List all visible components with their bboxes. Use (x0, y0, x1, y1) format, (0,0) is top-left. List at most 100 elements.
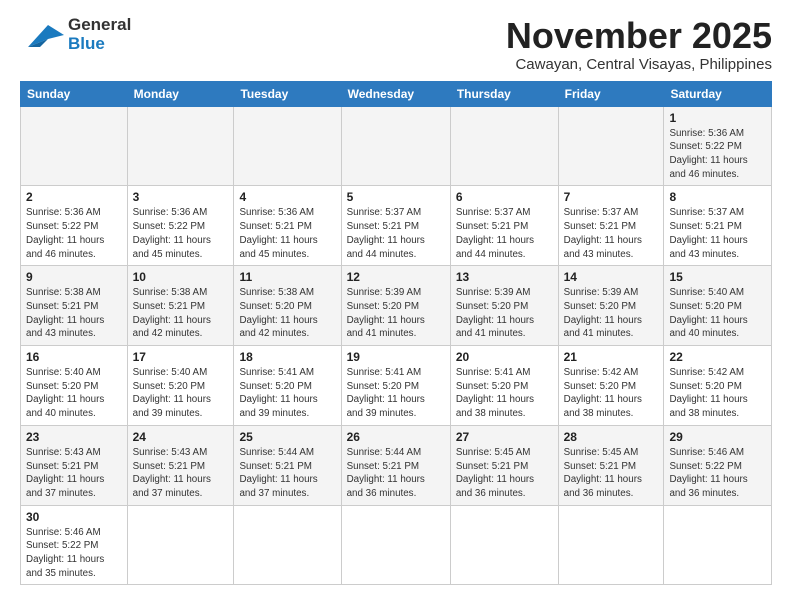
day-number: 24 (133, 430, 229, 444)
day-number: 7 (564, 190, 659, 204)
calendar-cell: 9Sunrise: 5:38 AM Sunset: 5:21 PM Daylig… (21, 266, 128, 346)
calendar-table: SundayMondayTuesdayWednesdayThursdayFrid… (20, 81, 772, 586)
day-info: Sunrise: 5:37 AM Sunset: 5:21 PM Dayligh… (564, 206, 659, 261)
day-number: 28 (564, 430, 659, 444)
logo-text-blue: Blue (68, 35, 131, 54)
day-info: Sunrise: 5:42 AM Sunset: 5:20 PM Dayligh… (669, 366, 766, 421)
day-info: Sunrise: 5:44 AM Sunset: 5:21 PM Dayligh… (239, 446, 335, 501)
day-number: 17 (133, 350, 229, 364)
calendar-cell: 5Sunrise: 5:37 AM Sunset: 5:21 PM Daylig… (341, 186, 450, 266)
day-info: Sunrise: 5:36 AM Sunset: 5:22 PM Dayligh… (133, 206, 229, 261)
day-info: Sunrise: 5:46 AM Sunset: 5:22 PM Dayligh… (26, 526, 122, 581)
calendar-cell: 21Sunrise: 5:42 AM Sunset: 5:20 PM Dayli… (558, 346, 664, 426)
calendar-cell: 22 Sunrise: 5:42 AM Sunset: 5:20 PM Dayli… (664, 346, 772, 426)
day-number: 6 (456, 190, 553, 204)
week-row-2: 9Sunrise: 5:38 AM Sunset: 5:21 PM Daylig… (21, 266, 772, 346)
calendar-cell: 30 Sunrise: 5:46 AM Sunset: 5:22 PM Dayli… (21, 505, 128, 585)
calendar-cell: 3Sunrise: 5:36 AM Sunset: 5:22 PM Daylig… (127, 186, 234, 266)
month-title: November 2025 (506, 16, 772, 56)
week-row-3: 16 Sunrise: 5:40 AM Sunset: 5:20 PM Dayli… (21, 346, 772, 426)
day-number: 16 (26, 350, 122, 364)
day-info: Sunrise: 5:45 AM Sunset: 5:21 PM Dayligh… (564, 446, 659, 501)
logo-icon (20, 17, 64, 53)
day-info: Sunrise: 5:36 AM Sunset: 5:22 PM Dayligh… (26, 206, 122, 261)
day-number: 10 (133, 270, 229, 284)
calendar-cell: 1 Sunrise: 5:36 AM Sunset: 5:22 PM Daylig… (664, 106, 772, 186)
calendar-cell (558, 106, 664, 186)
day-number: 20 (456, 350, 553, 364)
day-number: 26 (347, 430, 445, 444)
day-info: Sunrise: 5:38 AM Sunset: 5:21 PM Dayligh… (133, 286, 229, 341)
calendar-cell (127, 505, 234, 585)
day-info: Sunrise: 5:37 AM Sunset: 5:21 PM Dayligh… (456, 206, 553, 261)
calendar-title-area: November 2025 Cawayan, Central Visayas, … (506, 16, 772, 73)
calendar-cell (234, 106, 341, 186)
week-row-4: 23Sunrise: 5:43 AM Sunset: 5:21 PM Dayli… (21, 425, 772, 505)
day-number: 11 (239, 270, 335, 284)
calendar-cell: 16 Sunrise: 5:40 AM Sunset: 5:20 PM Dayli… (21, 346, 128, 426)
day-number: 19 (347, 350, 445, 364)
weekday-header-thursday: Thursday (450, 81, 558, 106)
day-number: 4 (239, 190, 335, 204)
day-number: 8 (669, 190, 766, 204)
calendar-cell: 29Sunrise: 5:46 AM Sunset: 5:22 PM Dayli… (664, 425, 772, 505)
day-info: Sunrise: 5:36 AM Sunset: 5:21 PM Dayligh… (239, 206, 335, 261)
calendar-cell: 15 Sunrise: 5:40 AM Sunset: 5:20 PM Dayli… (664, 266, 772, 346)
day-number: 18 (239, 350, 335, 364)
calendar-cell (558, 505, 664, 585)
day-number: 14 (564, 270, 659, 284)
day-info: Sunrise: 5:37 AM Sunset: 5:21 PM Dayligh… (669, 206, 766, 261)
week-row-5: 30 Sunrise: 5:46 AM Sunset: 5:22 PM Dayli… (21, 505, 772, 585)
calendar-cell: 24Sunrise: 5:43 AM Sunset: 5:21 PM Dayli… (127, 425, 234, 505)
page-header: General Blue November 2025 Cawayan, Cent… (20, 16, 772, 73)
day-number: 12 (347, 270, 445, 284)
day-info: Sunrise: 5:39 AM Sunset: 5:20 PM Dayligh… (564, 286, 659, 341)
weekday-header-monday: Monday (127, 81, 234, 106)
weekday-header-wednesday: Wednesday (341, 81, 450, 106)
day-number: 21 (564, 350, 659, 364)
weekday-header-friday: Friday (558, 81, 664, 106)
day-number: 2 (26, 190, 122, 204)
day-info: Sunrise: 5:43 AM Sunset: 5:21 PM Dayligh… (26, 446, 122, 501)
calendar-cell (341, 505, 450, 585)
day-info: Sunrise: 5:38 AM Sunset: 5:21 PM Dayligh… (26, 286, 122, 341)
day-info: Sunrise: 5:38 AM Sunset: 5:20 PM Dayligh… (239, 286, 335, 341)
day-number: 15 (669, 270, 766, 284)
calendar-cell (234, 505, 341, 585)
day-info: Sunrise: 5:36 AM Sunset: 5:22 PM Dayligh… (669, 127, 766, 182)
day-info: Sunrise: 5:40 AM Sunset: 5:20 PM Dayligh… (669, 286, 766, 341)
day-info: Sunrise: 5:45 AM Sunset: 5:21 PM Dayligh… (456, 446, 553, 501)
calendar-cell: 4 Sunrise: 5:36 AM Sunset: 5:21 PM Daylig… (234, 186, 341, 266)
calendar-cell: 17Sunrise: 5:40 AM Sunset: 5:20 PM Dayli… (127, 346, 234, 426)
calendar-cell: 7 Sunrise: 5:37 AM Sunset: 5:21 PM Daylig… (558, 186, 664, 266)
week-row-0: 1 Sunrise: 5:36 AM Sunset: 5:22 PM Daylig… (21, 106, 772, 186)
day-info: Sunrise: 5:40 AM Sunset: 5:20 PM Dayligh… (26, 366, 122, 421)
calendar-cell: 8 Sunrise: 5:37 AM Sunset: 5:21 PM Daylig… (664, 186, 772, 266)
calendar-cell (664, 505, 772, 585)
weekday-header-sunday: Sunday (21, 81, 128, 106)
logo: General Blue (20, 16, 131, 53)
calendar-cell (450, 505, 558, 585)
calendar-cell: 2 Sunrise: 5:36 AM Sunset: 5:22 PM Daylig… (21, 186, 128, 266)
day-number: 30 (26, 510, 122, 524)
day-info: Sunrise: 5:46 AM Sunset: 5:22 PM Dayligh… (669, 446, 766, 501)
day-info: Sunrise: 5:39 AM Sunset: 5:20 PM Dayligh… (456, 286, 553, 341)
calendar-cell: 12 Sunrise: 5:39 AM Sunset: 5:20 PM Dayli… (341, 266, 450, 346)
day-number: 22 (669, 350, 766, 364)
calendar-cell: 14 Sunrise: 5:39 AM Sunset: 5:20 PM Dayli… (558, 266, 664, 346)
calendar-cell: 10 Sunrise: 5:38 AM Sunset: 5:21 PM Dayli… (127, 266, 234, 346)
calendar-cell: 13 Sunrise: 5:39 AM Sunset: 5:20 PM Dayli… (450, 266, 558, 346)
calendar-cell: 28 Sunrise: 5:45 AM Sunset: 5:21 PM Dayli… (558, 425, 664, 505)
calendar-cell: 6 Sunrise: 5:37 AM Sunset: 5:21 PM Daylig… (450, 186, 558, 266)
logo-text-general: General (68, 16, 131, 35)
day-number: 1 (669, 111, 766, 125)
day-number: 13 (456, 270, 553, 284)
day-number: 27 (456, 430, 553, 444)
calendar-cell (127, 106, 234, 186)
calendar-cell (21, 106, 128, 186)
calendar-cell: 18Sunrise: 5:41 AM Sunset: 5:20 PM Dayli… (234, 346, 341, 426)
calendar-cell: 11 Sunrise: 5:38 AM Sunset: 5:20 PM Dayli… (234, 266, 341, 346)
day-info: Sunrise: 5:39 AM Sunset: 5:20 PM Dayligh… (347, 286, 445, 341)
weekday-header-tuesday: Tuesday (234, 81, 341, 106)
calendar-cell: 23Sunrise: 5:43 AM Sunset: 5:21 PM Dayli… (21, 425, 128, 505)
